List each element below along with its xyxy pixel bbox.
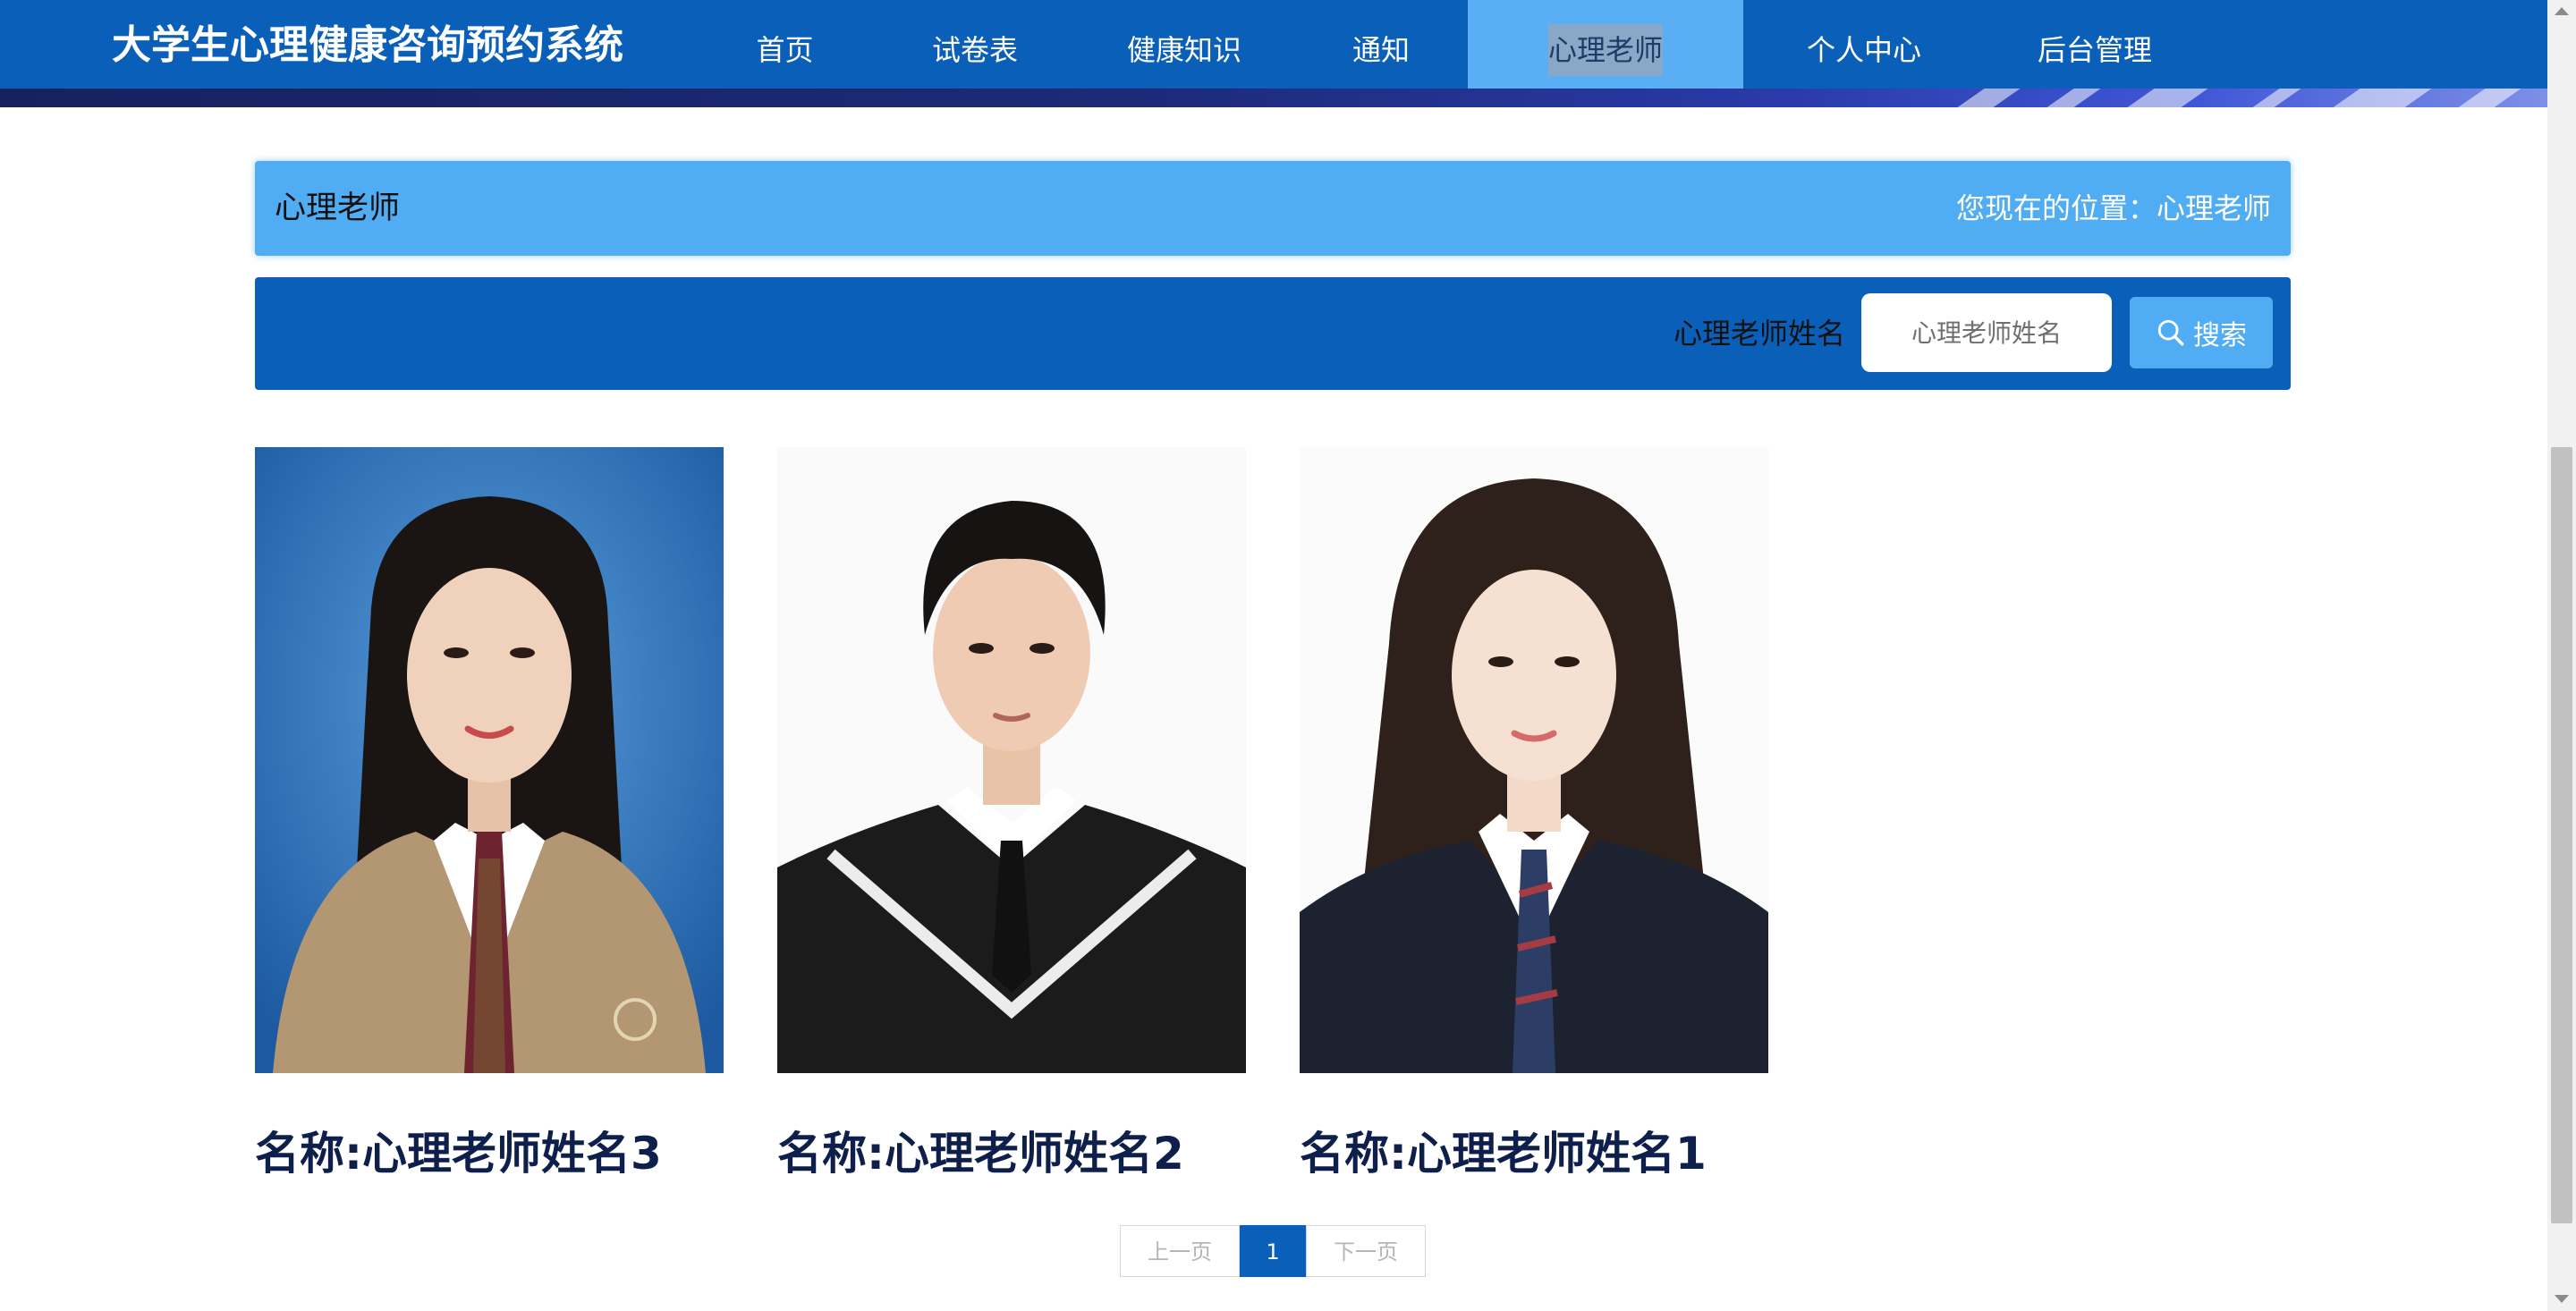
teacher-name[interactable]: 名称:心理老师姓名1 — [1300, 1118, 1768, 1182]
nav-item-label: 试卷表 — [931, 33, 1018, 67]
nav-item-label: 首页 — [756, 33, 814, 67]
scrollbar-thumb[interactable] — [2551, 447, 2572, 1223]
current-page-button[interactable]: 1 — [1240, 1225, 1306, 1277]
male-portrait-image — [777, 447, 1246, 1073]
female-portrait-image — [255, 447, 724, 1073]
nav-item-label: 个人中心 — [1806, 33, 1921, 67]
teacher-card[interactable]: 名称:心理老师姓名3 — [255, 447, 724, 1182]
teacher-photo[interactable] — [777, 447, 1246, 1073]
nav-item-label: 后台管理 — [2037, 33, 2152, 67]
teacher-name[interactable]: 名称:心理老师姓名2 — [777, 1118, 1246, 1182]
nav-item-personal-center[interactable]: 个人中心 — [1796, 0, 1932, 89]
nav-item-notices[interactable]: 通知 — [1340, 0, 1422, 89]
nav-item-admin[interactable]: 后台管理 — [2027, 0, 2163, 89]
nav-item-teachers[interactable]: 心理老师 — [1468, 0, 1743, 89]
nav-item-exams[interactable]: 试卷表 — [919, 0, 1030, 89]
page-title: 心理老师 — [275, 190, 401, 226]
teacher-card[interactable]: 名称:心理老师姓名1 — [1300, 447, 1768, 1182]
search-label: 心理老师姓名 — [1673, 317, 1845, 351]
breadcrumb: 您现在的位置：心理老师 — [1955, 191, 2271, 225]
nav-item-label: 心理老师 — [1547, 24, 1663, 76]
female-portrait-image — [1300, 447, 1768, 1073]
nav-item-health-knowledge[interactable]: 健康知识 — [1116, 0, 1252, 89]
next-page-button[interactable]: 下一页 — [1306, 1225, 1426, 1277]
site-title: 大学生心理健康咨询预约系统 — [112, 22, 623, 68]
teacher-photo[interactable] — [1300, 447, 1768, 1073]
pagination: 上一页 1 下一页 — [1120, 1225, 1426, 1277]
page-header-bar: 心理老师 您现在的位置：心理老师 — [255, 161, 2291, 256]
teacher-card[interactable]: 名称:心理老师姓名2 — [777, 447, 1246, 1182]
teacher-name[interactable]: 名称:心理老师姓名3 — [255, 1118, 724, 1182]
teacher-photo[interactable] — [255, 447, 724, 1073]
scroll-up-icon[interactable] — [2555, 7, 2569, 15]
search-button-label: 搜索 — [2193, 320, 2247, 351]
scroll-down-icon[interactable] — [2555, 1295, 2569, 1303]
search-icon — [2157, 319, 2184, 346]
top-navbar: 大学生心理健康咨询预约系统 首页 试卷表 健康知识 通知 心理老师 个人中心 后… — [0, 0, 2547, 89]
teacher-name-search-input[interactable] — [1861, 293, 2112, 372]
nav-item-home[interactable]: 首页 — [733, 0, 836, 89]
search-bar: 心理老师姓名 搜索 — [255, 277, 2291, 390]
search-button[interactable]: 搜索 — [2130, 297, 2273, 368]
nav-item-label: 通知 — [1352, 33, 1410, 67]
banner-strip — [0, 89, 2547, 107]
nav-item-label: 健康知识 — [1126, 33, 1241, 67]
prev-page-button[interactable]: 上一页 — [1120, 1225, 1240, 1277]
